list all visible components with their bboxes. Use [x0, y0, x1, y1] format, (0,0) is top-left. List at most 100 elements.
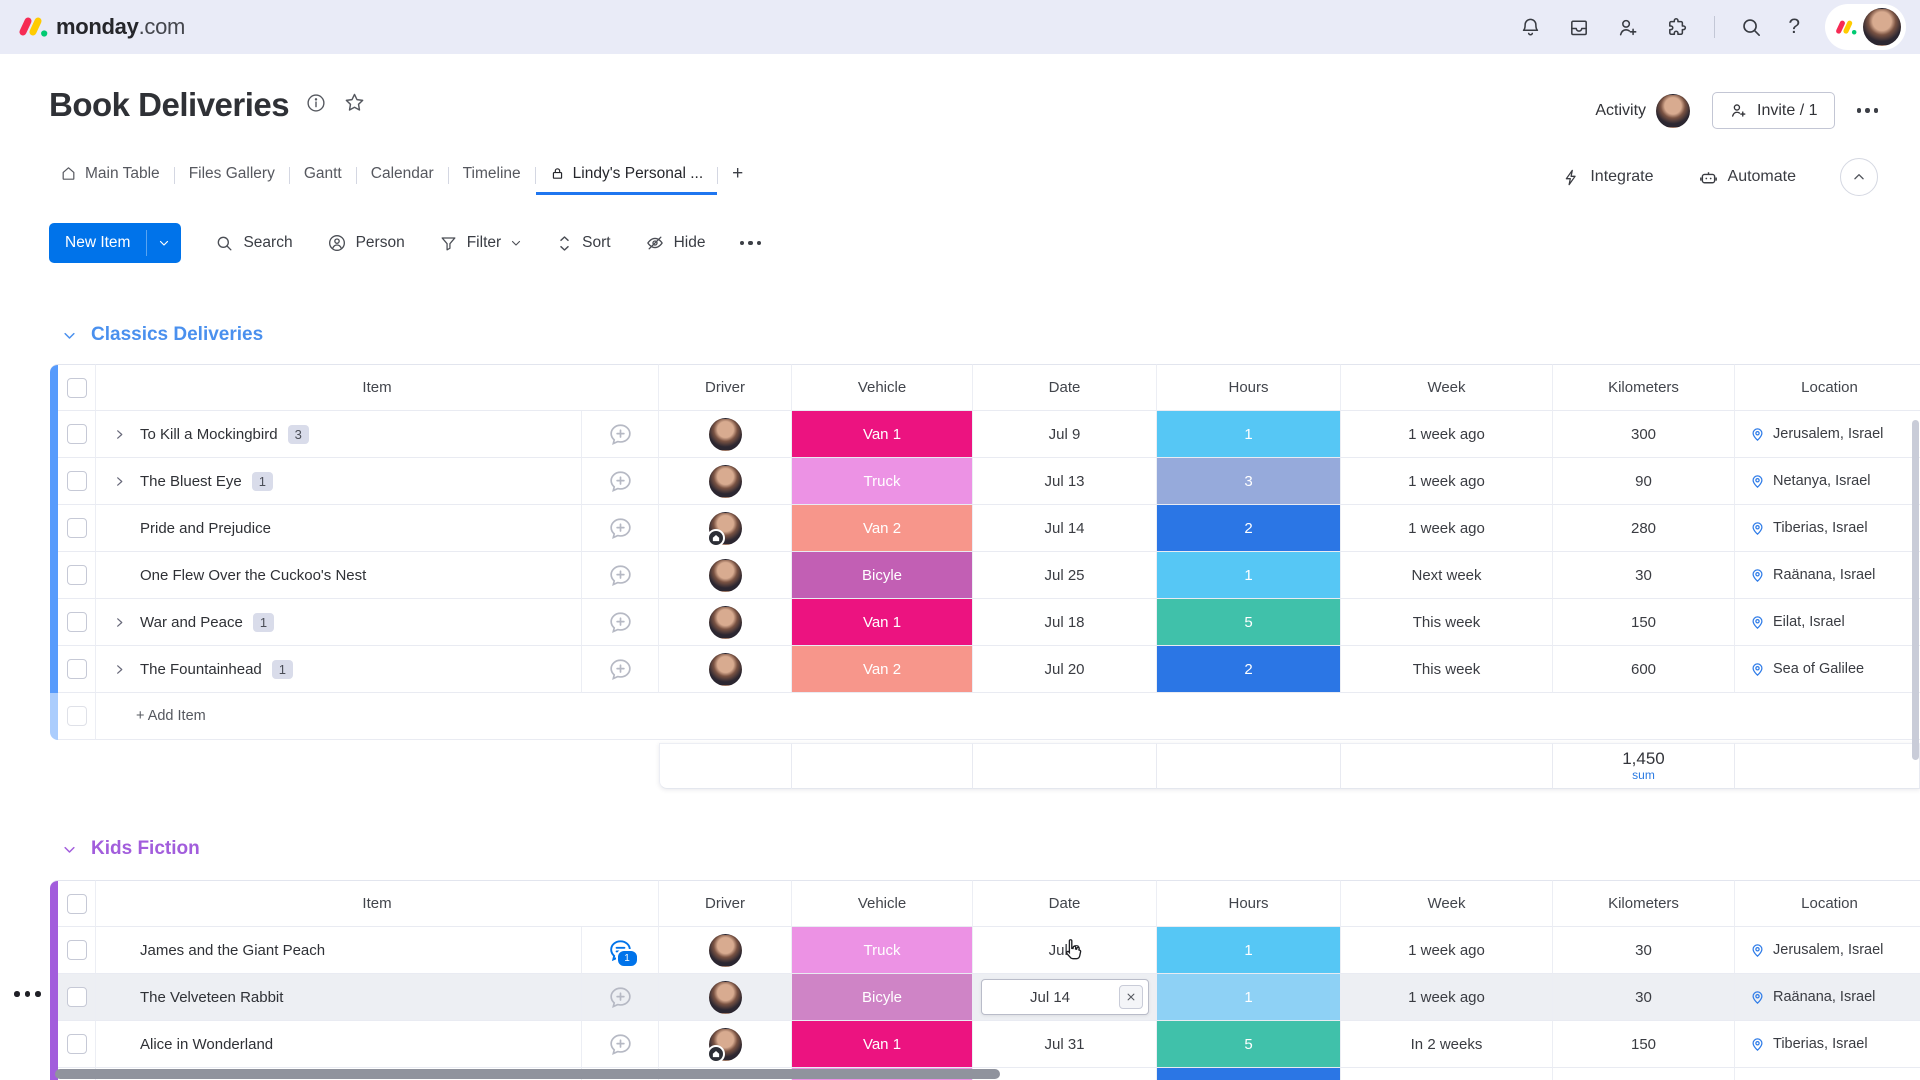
column-header-driver[interactable]: Driver [659, 364, 792, 411]
week-cell[interactable]: Next week [1341, 552, 1553, 599]
driver-cell[interactable] [659, 599, 792, 646]
row-checkbox[interactable] [67, 518, 87, 538]
driver-avatar[interactable] [709, 1028, 742, 1061]
toolbar-more-button[interactable] [740, 241, 762, 246]
help-icon[interactable]: ? [1788, 15, 1800, 39]
driver-avatar[interactable] [709, 512, 742, 545]
hours-cell[interactable]: 5 [1157, 599, 1341, 646]
chat-cell[interactable]: 1 [582, 927, 659, 974]
hours-cell[interactable]: 1 [1157, 411, 1341, 458]
vehicle-cell[interactable]: Bicyle [792, 552, 973, 599]
invite-button[interactable]: Invite / 1 [1712, 92, 1834, 129]
item-cell[interactable]: The Velveteen Rabbit [96, 974, 582, 1021]
column-header-hours[interactable]: Hours [1157, 880, 1341, 927]
week-cell[interactable]: In 2 weeks [1341, 1021, 1553, 1068]
automate-button[interactable]: Automate [1698, 167, 1796, 188]
apps-marketplace-icon[interactable] [1665, 16, 1689, 39]
activity-button[interactable]: Activity [1595, 94, 1690, 128]
notifications-bell-icon[interactable] [1519, 16, 1542, 39]
chat-cell[interactable] [582, 505, 659, 552]
add-update-icon[interactable] [607, 656, 634, 683]
new-item-dropdown[interactable] [147, 223, 181, 263]
chat-unread-icon[interactable]: 1 [607, 937, 634, 964]
date-editor-value[interactable]: Jul 14 [982, 989, 1119, 1006]
driver-cell[interactable] [659, 458, 792, 505]
chat-cell[interactable] [582, 458, 659, 505]
inbox-tray-icon[interactable] [1567, 16, 1591, 39]
column-header-kilometers[interactable]: Kilometers [1553, 880, 1735, 927]
row-checkbox[interactable] [67, 659, 87, 679]
vehicle-cell[interactable]: Van 1 [792, 1021, 973, 1068]
add-update-icon[interactable] [607, 515, 634, 542]
item-cell[interactable]: Pride and Prejudice [96, 505, 582, 552]
column-header-kilometers[interactable]: Kilometers [1553, 364, 1735, 411]
add-update-icon[interactable] [607, 609, 634, 636]
tab-calendar[interactable]: Calendar [357, 156, 448, 195]
hours-cell[interactable]: 5 [1157, 1021, 1341, 1068]
column-header-location[interactable]: Location [1735, 364, 1920, 411]
location-cell[interactable]: Raänana, Israel [1735, 552, 1920, 599]
date-cell[interactable]: Jul 20 [973, 646, 1157, 693]
date-cell[interactable]: Jul 9 [973, 411, 1157, 458]
vertical-scrollbar[interactable] [1912, 420, 1919, 760]
new-item-button[interactable]: New Item [49, 223, 181, 263]
hours-cell[interactable]: 2 [1157, 505, 1341, 552]
column-header-location[interactable]: Location [1735, 880, 1920, 927]
chat-cell[interactable] [582, 1021, 659, 1068]
date-cell[interactable]: Jul 31 [973, 1021, 1157, 1068]
driver-avatar[interactable] [709, 418, 742, 451]
week-cell[interactable]: 1 week ago [1341, 458, 1553, 505]
kilometers-cell[interactable]: 600 [1553, 646, 1735, 693]
user-avatar[interactable] [1863, 8, 1901, 46]
chat-cell[interactable] [582, 974, 659, 1021]
column-header-item[interactable]: Item [96, 364, 659, 411]
row-checkbox[interactable] [67, 940, 87, 960]
add-update-icon[interactable] [607, 1031, 634, 1058]
item-cell[interactable]: The Fountainhead1 [96, 646, 582, 693]
horizontal-scrollbar[interactable] [55, 1069, 1000, 1079]
location-cell[interactable]: Jerusalem, Israel [1735, 927, 1920, 974]
expand-subitems-icon[interactable] [108, 664, 130, 675]
hours-cell[interactable]: 1 [1157, 927, 1341, 974]
item-name[interactable]: The Fountainhead [140, 661, 262, 678]
tab-timeline[interactable]: Timeline [449, 156, 535, 195]
filter-button[interactable]: Filter [439, 234, 522, 253]
column-header-week[interactable]: Week [1341, 364, 1553, 411]
expand-subitems-icon[interactable] [108, 617, 130, 628]
date-cell[interactable]: Jul 14 [973, 505, 1157, 552]
tab-files-gallery[interactable]: Files Gallery [175, 156, 289, 195]
driver-cell[interactable] [659, 927, 792, 974]
vehicle-cell[interactable]: Van 2 [792, 646, 973, 693]
driver-cell[interactable] [659, 974, 792, 1021]
vehicle-cell[interactable]: Truck [792, 458, 973, 505]
profile-pill[interactable] [1825, 4, 1906, 50]
date-editor[interactable]: Jul 14 [981, 979, 1149, 1015]
week-cell[interactable]: 1 week ago [1341, 974, 1553, 1021]
sum-label[interactable]: sum [1632, 769, 1655, 783]
hours-cell[interactable]: 1 [1157, 974, 1341, 1021]
chat-cell[interactable] [582, 599, 659, 646]
item-name[interactable]: Alice in Wonderland [140, 1036, 273, 1053]
select-all-checkbox[interactable] [67, 378, 87, 398]
invite-members-icon[interactable] [1616, 16, 1640, 39]
driver-cell[interactable] [659, 1021, 792, 1068]
item-cell[interactable]: To Kill a Mockingbird3 [96, 411, 582, 458]
column-header-week[interactable]: Week [1341, 880, 1553, 927]
vehicle-cell[interactable]: Van 2 [792, 505, 973, 552]
kilometers-cell[interactable]: 30 [1553, 974, 1735, 1021]
kilometers-cell[interactable]: 90 [1553, 458, 1735, 505]
chat-cell[interactable] [582, 411, 659, 458]
vehicle-cell[interactable]: Van 1 [792, 599, 973, 646]
hours-cell[interactable] [1157, 1068, 1341, 1080]
column-header-hours[interactable]: Hours [1157, 364, 1341, 411]
add-update-icon[interactable] [607, 562, 634, 589]
add-item-row[interactable]: + Add Item [50, 693, 1920, 740]
select-all-checkbox[interactable] [67, 894, 87, 914]
board-menu-button[interactable] [1857, 108, 1879, 113]
item-name[interactable]: War and Peace [140, 614, 243, 631]
sort-button[interactable]: Sort [556, 234, 610, 253]
group-name[interactable]: Classics Deliveries [91, 324, 263, 346]
kilometers-cell[interactable]: 280 [1553, 505, 1735, 552]
date-cell[interactable]: Jul 18 [973, 599, 1157, 646]
group-title-kids-fiction[interactable]: Kids Fiction [62, 838, 200, 860]
